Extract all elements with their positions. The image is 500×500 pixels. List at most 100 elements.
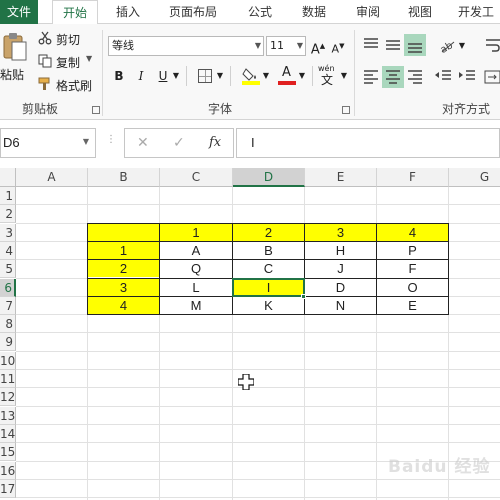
tab-formulas[interactable]: 公式 <box>240 0 280 24</box>
tab-view[interactable]: 视图 <box>400 0 440 24</box>
tab-home[interactable]: 开始 <box>52 0 98 25</box>
row-header-9[interactable]: 9 <box>0 333 16 352</box>
row-header-3[interactable]: 3 <box>0 223 16 242</box>
wrap-text-icon[interactable] <box>484 36 500 54</box>
cell-b4[interactable]: 1 <box>88 241 159 260</box>
clipboard-launcher-icon[interactable] <box>92 106 100 114</box>
resize-handle-icon[interactable]: ⋮ <box>106 135 116 152</box>
cancel-formula-icon[interactable]: ✕ <box>137 135 149 151</box>
cell-b6[interactable]: 3 <box>88 278 159 296</box>
tab-insert[interactable]: 插入 <box>108 0 148 24</box>
font-name-dropdown[interactable]: 等线 ▼ <box>108 36 264 56</box>
select-all-corner[interactable] <box>0 168 16 187</box>
underline-button[interactable]: U <box>156 66 170 86</box>
format-painter-icon[interactable] <box>38 77 52 91</box>
cell-e6[interactable]: D <box>305 279 376 296</box>
cell-d4[interactable]: B <box>233 242 304 259</box>
cell-c4[interactable]: A <box>160 242 232 259</box>
align-center-icon[interactable] <box>382 66 404 88</box>
cell-b3[interactable] <box>88 223 159 241</box>
cell-b7[interactable]: 4 <box>88 296 159 315</box>
tab-page-layout[interactable]: 页面布局 <box>160 0 226 24</box>
phonetic-guide-icon[interactable]: wén 文 <box>318 64 338 88</box>
chevron-down-icon[interactable]: ▼ <box>262 66 270 86</box>
name-box[interactable]: D6 ▼ <box>0 128 96 158</box>
scissors-icon[interactable] <box>38 31 52 45</box>
increase-indent-icon[interactable] <box>458 68 476 86</box>
increase-font-icon[interactable]: A▲ <box>310 36 326 57</box>
paste-button[interactable]: 粘贴 <box>0 66 24 83</box>
borders-icon[interactable] <box>198 69 212 83</box>
font-launcher-icon[interactable] <box>342 106 350 114</box>
chevron-down-icon[interactable]: ▼ <box>458 36 466 56</box>
cell-f5[interactable]: F <box>377 260 448 277</box>
row-header-1[interactable]: 1 <box>0 187 16 205</box>
insert-function-button[interactable]: fx <box>209 135 221 150</box>
row-header-10[interactable]: 10 <box>0 351 16 370</box>
cut-button[interactable]: 剪切 <box>56 31 80 48</box>
cell-d3[interactable]: 2 <box>233 223 304 241</box>
row-header-8[interactable]: 8 <box>0 315 16 334</box>
column-header-c[interactable]: C <box>160 168 233 187</box>
cell-f7[interactable]: E <box>377 297 448 314</box>
align-bottom-icon[interactable] <box>404 34 426 56</box>
formula-input[interactable]: I <box>236 128 500 158</box>
copy-dropdown-icon[interactable]: ▼ <box>86 54 92 63</box>
cell-c7[interactable]: M <box>160 297 232 314</box>
column-header-b[interactable]: B <box>88 168 160 187</box>
chevron-down-icon[interactable]: ▼ <box>83 137 89 146</box>
cell-f6[interactable]: O <box>377 279 448 296</box>
row-header-15[interactable]: 15 <box>0 443 16 462</box>
worksheet-grid[interactable] <box>0 168 500 500</box>
column-header-a[interactable]: A <box>16 168 88 187</box>
chevron-down-icon[interactable]: ▼ <box>216 66 224 86</box>
fill-handle[interactable] <box>301 293 306 299</box>
cell-b5[interactable]: 2 <box>88 260 159 278</box>
copy-button[interactable]: 复制 <box>56 54 80 71</box>
chevron-down-icon[interactable]: ▼ <box>298 66 306 86</box>
align-top-icon[interactable] <box>362 36 380 54</box>
font-size-dropdown[interactable]: 11 ▼ <box>266 36 306 56</box>
font-color-icon[interactable]: A <box>278 66 296 86</box>
tab-file[interactable]: 文件 <box>0 0 38 24</box>
row-header-17[interactable]: 17 <box>0 479 16 498</box>
align-middle-icon[interactable] <box>384 36 402 54</box>
align-right-icon[interactable] <box>406 68 424 86</box>
cell-e4[interactable]: H <box>305 242 376 259</box>
cell-e5[interactable]: J <box>305 260 376 277</box>
cell-c6[interactable]: L <box>160 279 232 296</box>
tab-data[interactable]: 数据 <box>294 0 334 24</box>
chevron-down-icon[interactable]: ▼ <box>172 66 180 86</box>
cell-c3[interactable]: 1 <box>160 223 232 241</box>
row-header-7[interactable]: 7 <box>0 296 16 315</box>
column-header-d[interactable]: D <box>233 168 305 187</box>
merge-center-icon[interactable] <box>484 68 500 86</box>
orientation-icon[interactable]: ab <box>438 36 456 56</box>
column-header-f[interactable]: F <box>377 168 449 187</box>
align-left-icon[interactable] <box>362 68 380 86</box>
column-header-e[interactable]: E <box>305 168 377 187</box>
tab-developer[interactable]: 开发工 <box>452 0 500 24</box>
cell-d5[interactable]: C <box>233 260 304 277</box>
cell-c5[interactable]: Q <box>160 260 232 277</box>
row-header-12[interactable]: 12 <box>0 388 16 407</box>
chevron-down-icon[interactable]: ▼ <box>340 66 348 86</box>
confirm-formula-icon[interactable]: ✓ <box>173 135 185 151</box>
decrease-font-icon[interactable]: A▼ <box>330 36 346 56</box>
decrease-indent-icon[interactable] <box>434 68 452 86</box>
row-header-2[interactable]: 2 <box>0 205 16 224</box>
row-header-4[interactable]: 4 <box>0 241 16 260</box>
bold-button[interactable]: B <box>112 66 126 86</box>
row-header-13[interactable]: 13 <box>0 406 16 425</box>
row-header-5[interactable]: 5 <box>0 260 16 279</box>
row-header-14[interactable]: 14 <box>0 424 16 443</box>
format-painter-button[interactable]: 格式刷 <box>56 77 92 94</box>
copy-icon[interactable] <box>38 54 52 68</box>
row-header-11[interactable]: 11 <box>0 370 16 388</box>
tab-review[interactable]: 审阅 <box>348 0 388 24</box>
italic-button[interactable]: I <box>134 66 148 86</box>
cell-e7[interactable]: N <box>305 297 376 314</box>
cell-d7[interactable]: K <box>233 297 304 314</box>
paste-icon[interactable] <box>2 32 28 62</box>
cell-e3[interactable]: 3 <box>305 223 376 241</box>
